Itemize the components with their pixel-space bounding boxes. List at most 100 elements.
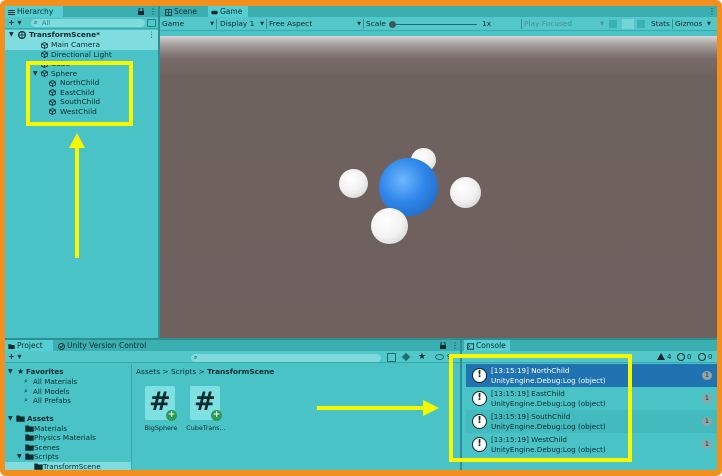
breadcrumb: Assets > Scripts > TransformScene: [136, 367, 274, 377]
script-file-bigsphere[interactable]: # + BigSphere: [140, 386, 182, 436]
dropdown-arrow-icon: ▼: [357, 21, 361, 27]
plus-badge-icon: +: [166, 410, 177, 421]
hierarchy-panel: Hierarchy ⋮ + ▾ ⌕ All ▼ TransformScene* …: [5, 6, 160, 336]
scene-name: TransformScene*: [29, 30, 101, 39]
lock-icon[interactable]: [138, 7, 144, 15]
shortcuts-icon[interactable]: [637, 20, 645, 28]
hierarchy-search-field[interactable]: ⌕ All: [31, 19, 145, 27]
tab-console[interactable]: Console: [464, 340, 510, 351]
hierarchy-item-main-camera[interactable]: Main Camera: [5, 40, 160, 50]
divider: [521, 19, 522, 29]
game-viewport[interactable]: [160, 36, 717, 338]
scale-slider[interactable]: [389, 21, 477, 28]
lock-icon[interactable]: [440, 341, 446, 349]
scale-slider-thumb[interactable]: [389, 21, 396, 28]
search-filter-icon[interactable]: [147, 19, 156, 27]
breadcrumb-item[interactable]: TransformScene: [207, 367, 274, 376]
highlight-box-hierarchy: [26, 61, 133, 126]
add-dropdown-button[interactable]: + ▾: [8, 17, 22, 29]
console-entry-count: 1: [702, 417, 712, 426]
dropdown-arrow-icon: ▼: [600, 21, 604, 27]
display-label: Display 1: [220, 19, 255, 28]
gizmos-button[interactable]: Gizmos: [675, 18, 702, 30]
arrow-up-head-icon: [69, 133, 85, 148]
search-icon: ⌕: [194, 354, 198, 361]
panel-divider[interactable]: [131, 364, 132, 470]
search-icon: ⌕: [34, 19, 38, 26]
scale-label: Scale: [366, 19, 386, 28]
eye-icon[interactable]: [435, 354, 444, 360]
gameobject-cube-icon: [41, 51, 48, 58]
hierarchy-item-label: Main Camera: [51, 40, 100, 49]
script-file-cubetransform[interactable]: # + CubeTrans...: [185, 386, 227, 436]
mute-audio-icon[interactable]: [609, 20, 617, 28]
aspect-dropdown[interactable]: Free Aspect ▼: [269, 18, 361, 30]
expand-arrow-icon[interactable]: ▼: [9, 30, 14, 40]
expand-arrow-icon[interactable]: ▼: [17, 452, 22, 462]
chevron-right-icon: >: [162, 367, 171, 376]
tab-game[interactable]: Game: [208, 6, 248, 17]
console-entry-count: 1: [702, 394, 712, 403]
favorite-label: All Materials: [33, 377, 78, 386]
tab-hierarchy-label: Hierarchy: [17, 7, 54, 16]
console-icon: [466, 342, 475, 350]
tab-version-control-label: Unity Version Control: [67, 341, 147, 350]
assets-label: Assets: [27, 414, 54, 423]
dropdown-arrow-icon: ▼: [260, 21, 264, 27]
arrow-up: [75, 146, 79, 258]
east-child-sphere: [450, 177, 481, 208]
play-focus-dropdown[interactable]: Play Focused ▼: [524, 18, 604, 30]
favorite-label: All Models: [33, 386, 70, 396]
hierarchy-item-directional-light[interactable]: Directional Light: [5, 50, 160, 60]
tab-project[interactable]: Project: [5, 340, 53, 351]
warning-filter-icon[interactable]: [657, 353, 665, 360]
game-mode-label: Game: [162, 19, 185, 28]
kebab-menu-icon[interactable]: ⋮: [708, 7, 716, 16]
stats-button[interactable]: Stats: [651, 18, 670, 30]
console-entry-count: 1: [702, 371, 712, 380]
tab-console-label: Console: [476, 341, 506, 350]
hierarchy-item-label: Directional Light: [51, 49, 112, 59]
console-entry-count: 1: [702, 440, 712, 449]
tab-version-control[interactable]: Unity Version Control: [55, 340, 155, 351]
scene-row[interactable]: ▼ TransformScene* ⋮: [5, 30, 160, 40]
info-filter-icon[interactable]: [698, 353, 706, 361]
list-icon: [8, 8, 15, 15]
kebab-menu-icon[interactable]: ⋮: [148, 30, 155, 40]
favorite-star-icon[interactable]: ★: [418, 351, 426, 363]
dropdown-arrow-icon: ▼: [210, 21, 214, 27]
expand-arrow-icon[interactable]: ▼: [8, 414, 13, 424]
file-name: CubeTrans...: [186, 424, 226, 432]
vsync-icon[interactable]: [622, 19, 634, 29]
favorite-label: All Prefabs: [33, 396, 71, 405]
info-count: 0: [708, 353, 713, 361]
divider: [363, 19, 364, 29]
search-by-type-icon[interactable]: [387, 353, 396, 362]
breadcrumb-item[interactable]: Assets: [136, 367, 160, 376]
folder-icon: [16, 415, 25, 422]
folder-icon: [34, 463, 43, 470]
tab-game-label: Game: [220, 7, 243, 16]
dropdown-arrow-icon[interactable]: ▼: [707, 18, 711, 30]
expand-arrow-icon[interactable]: ▼: [8, 367, 13, 377]
display-dropdown[interactable]: Display 1 ▼: [220, 18, 264, 30]
error-filter-icon[interactable]: [677, 353, 685, 361]
version-control-icon: [58, 342, 65, 350]
file-name: BigSphere: [144, 424, 178, 432]
folder-icon: [25, 453, 34, 460]
west-child-sphere: [339, 169, 368, 198]
kebab-menu-icon[interactable]: ⋮: [149, 7, 157, 16]
game-mode-dropdown[interactable]: Game ▼: [162, 18, 214, 30]
project-search-field[interactable]: ⌕: [191, 354, 381, 362]
aspect-label: Free Aspect: [269, 19, 313, 28]
tab-hierarchy[interactable]: Hierarchy: [5, 6, 63, 17]
breadcrumb-item[interactable]: Scripts: [171, 367, 196, 376]
gamepad-icon: [211, 8, 218, 15]
folder-label: Scenes: [34, 442, 60, 452]
chevron-right-icon: >: [198, 367, 208, 376]
tab-scene[interactable]: Scene: [162, 6, 208, 17]
folder-item-selected[interactable]: TransformScene: [5, 461, 131, 470]
add-dropdown-button[interactable]: + ▾: [8, 351, 22, 363]
kebab-menu-icon[interactable]: ⋮: [451, 341, 459, 350]
tab-scene-label: Scene: [174, 7, 197, 16]
